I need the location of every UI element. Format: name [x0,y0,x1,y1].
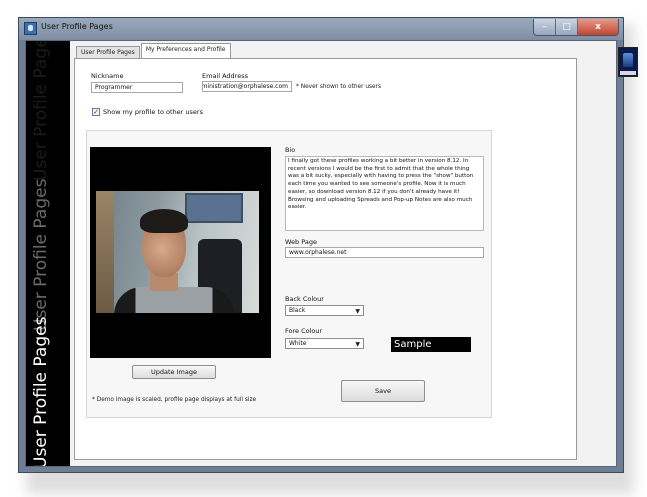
webpage-label: Web Page [285,238,317,246]
sidebar-text-white: User Profile Pages [31,316,51,466]
profile-image-frame [90,147,271,358]
show-profile-label: Show my profile to other users [103,108,203,116]
profile-group: Update Image * Demo image is scaled, pro… [86,130,492,418]
client-area: User Profile Pages User Profile Pages Us… [25,40,638,467]
app-window: User Profile Pages – □ x User Profile Pa… [18,17,638,473]
maximize-icon[interactable]: □ [556,19,578,35]
sidebar-text-dark: User Profile Pages [31,41,51,181]
colour-sample: Sample [391,337,471,352]
show-profile-checkbox[interactable]: ✓ [92,108,100,116]
fore-colour-value: White [289,340,307,347]
preferences-tab-panel: Nickname Programmer Email Address admini… [74,58,577,460]
chevron-down-icon: ▼ [355,341,360,348]
main-panel: User Profile Pages My Preferences and Pr… [70,41,638,466]
tab-user-profile-pages[interactable]: User Profile Pages [76,46,140,58]
window-controls: – □ x [533,19,619,36]
fore-colour-label: Fore Colour [285,327,323,335]
minimize-icon[interactable]: – [534,19,556,35]
nickname-input[interactable]: Programmer [91,82,183,93]
close-icon[interactable]: x [578,19,618,35]
webpage-input[interactable]: www.orphalese.net [285,247,484,258]
email-label: Email Address [202,72,248,80]
demo-note: * Demo image is scaled, profile page dis… [92,397,257,403]
email-input[interactable]: administration@orphalese.com [202,81,292,92]
save-button[interactable]: Save [341,380,425,402]
bio-label: Bio [285,146,296,154]
fore-colour-select[interactable]: White ▼ [285,338,364,349]
back-colour-value: Black [289,307,306,314]
tab-my-preferences[interactable]: My Preferences and Profile [140,43,231,59]
nickname-label: Nickname [91,72,124,80]
chevron-down-icon: ▼ [355,308,360,315]
card-thumbnail-icon[interactable] [618,47,638,77]
window-title: User Profile Pages [41,22,113,31]
update-image-button[interactable]: Update Image [132,365,216,379]
tab-strip: User Profile Pages My Preferences and Pr… [76,43,232,59]
back-colour-label: Back Colour [285,295,324,303]
back-colour-select[interactable]: Black ▼ [285,305,364,316]
title-bar[interactable]: User Profile Pages – □ x [19,18,623,40]
profile-photo [96,191,259,313]
sidebar-banner: User Profile Pages User Profile Pages Us… [26,41,70,466]
app-icon [24,22,37,35]
sidebar-text-grey: User Profile Pages [31,178,51,331]
email-note: * Never shown to other users [296,84,381,90]
bio-textarea[interactable]: I finally got these profiles working a b… [285,156,484,231]
